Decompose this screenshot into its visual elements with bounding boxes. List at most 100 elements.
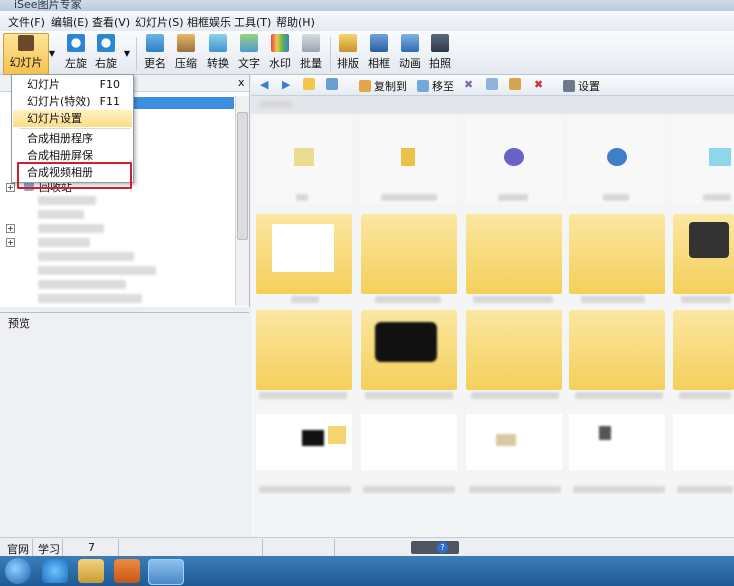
compress-button[interactable]: 压缩: [171, 33, 201, 73]
expand-icon[interactable]: +: [6, 238, 15, 247]
back-arrow-icon[interactable]: ◀: [260, 78, 268, 91]
thumb-caption: [381, 194, 437, 201]
tree-item[interactable]: [38, 266, 156, 275]
selected-tree-item[interactable]: [130, 97, 234, 109]
up-folder-icon[interactable]: [303, 78, 318, 91]
folder-thumbnail[interactable]: [569, 310, 665, 390]
image-thumbnail[interactable]: [361, 414, 457, 470]
expand-icon[interactable]: +: [6, 224, 15, 233]
thumbnail-item[interactable]: [256, 118, 352, 204]
title-bar: iSee图片专家: [0, 0, 734, 11]
menu-frame-fun[interactable]: 相框娱乐: [187, 14, 231, 30]
folder-thumbnail[interactable]: [673, 310, 734, 390]
tree-item[interactable]: [38, 238, 90, 247]
settings-button[interactable]: 设置: [563, 78, 600, 94]
start-button[interactable]: [5, 558, 31, 584]
media-player-icon[interactable]: [114, 559, 140, 583]
rotate-left-button[interactable]: 左旋: [61, 33, 91, 73]
image-preview: [328, 426, 346, 444]
tree-item[interactable]: [38, 210, 84, 219]
compress-label: 压缩: [175, 57, 197, 70]
wrench-icon: [563, 80, 575, 92]
folder-thumbnail[interactable]: [361, 214, 457, 294]
menu-help[interactable]: 帮助(H): [276, 14, 315, 30]
folder-caption: [375, 296, 441, 303]
tree-item[interactable]: [38, 196, 96, 205]
rotate-right-button[interactable]: 右旋: [91, 33, 121, 73]
batch-icon: [302, 34, 320, 52]
thumbnail-gallery[interactable]: [251, 96, 734, 537]
menu-file[interactable]: 文件(F): [8, 14, 45, 30]
rename-button[interactable]: 更名: [140, 33, 170, 73]
folder-thumbnail[interactable]: [569, 214, 665, 294]
tree-scrollbar-thumb[interactable]: [237, 112, 248, 240]
folder-thumbnail[interactable]: [256, 214, 352, 294]
delete-icon[interactable]: ✖: [534, 78, 543, 91]
menu-edit[interactable]: 编辑(E): [51, 14, 89, 30]
batch-button[interactable]: 批量: [296, 33, 326, 73]
copy-to-label: 复制到: [374, 80, 407, 93]
folder-caption: [575, 392, 663, 399]
menu-bar: 文件(F) 编辑(E) 查看(V) 幻灯片(S) 相框娱乐 工具(T) 帮助(H…: [0, 11, 734, 31]
folder-thumbnail[interactable]: [466, 310, 562, 390]
image-thumbnail[interactable]: [256, 414, 352, 470]
folder-thumbnail[interactable]: [673, 214, 734, 294]
rotate-dropdown-arrow[interactable]: ▼: [121, 49, 133, 59]
thumbnail-item[interactable]: [569, 118, 665, 204]
expand-icon[interactable]: +: [6, 183, 15, 192]
menu-item-slideshow[interactable]: 幻灯片 F10: [13, 76, 132, 93]
copy-to-button[interactable]: 复制到: [359, 78, 407, 94]
thumbnail-item[interactable]: [673, 118, 734, 204]
watermark-button[interactable]: 水印: [265, 33, 295, 73]
convert-button[interactable]: 转换: [203, 33, 233, 73]
zoom-control[interactable]: ?: [411, 541, 459, 554]
slideshow-dropdown-arrow[interactable]: ▼: [46, 49, 58, 59]
windows-taskbar: [0, 556, 734, 586]
refresh-icon[interactable]: [326, 78, 341, 91]
folder-thumbnail[interactable]: [256, 310, 352, 390]
text-button[interactable]: 文字: [234, 33, 264, 73]
toolbar-separator: [330, 37, 331, 71]
menu-item-shortcut: F10: [99, 78, 120, 91]
file-explorer-icon[interactable]: [78, 559, 104, 583]
highlight-box: [17, 162, 132, 189]
image-thumbnail[interactable]: [466, 414, 562, 470]
menu-slideshow[interactable]: 幻灯片(S): [135, 14, 184, 30]
help-icon[interactable]: ?: [437, 542, 448, 553]
image-preview: [496, 434, 516, 446]
close-tree-button[interactable]: x: [238, 76, 245, 89]
preview-label: 预览: [8, 317, 30, 330]
copy-icon[interactable]: [486, 78, 501, 91]
cut-icon[interactable]: ✖: [464, 78, 473, 91]
main-toolbar: 幻灯片 ▼ 左旋 右旋 ▼ 更名 压缩 转换 文字 水印 批量 排版 相框 动画…: [0, 31, 734, 75]
tree-item[interactable]: [38, 280, 126, 289]
layout-icon: [339, 34, 357, 52]
move-to-button[interactable]: 移至: [417, 78, 454, 94]
internet-explorer-icon[interactable]: [42, 559, 68, 583]
layout-button[interactable]: 排版: [333, 33, 363, 73]
paste-icon[interactable]: [509, 78, 524, 91]
thumbnail-item[interactable]: [361, 118, 457, 204]
photo-button[interactable]: 拍照: [425, 33, 455, 73]
image-thumbnail[interactable]: [569, 414, 665, 470]
folder-thumbnail[interactable]: [361, 310, 457, 390]
forward-arrow-icon[interactable]: ▶: [282, 78, 290, 91]
folder-thumbnail[interactable]: [466, 214, 562, 294]
learn-link[interactable]: 学习: [38, 541, 60, 557]
tree-item[interactable]: [38, 294, 142, 303]
menu-item-slideshow-settings[interactable]: 幻灯片设置: [13, 110, 132, 127]
convert-icon: [209, 34, 227, 52]
menu-tools[interactable]: 工具(T): [234, 14, 271, 30]
tree-item[interactable]: [38, 224, 104, 233]
slideshow-button[interactable]: 幻灯片: [3, 33, 49, 75]
menu-view[interactable]: 查看(V): [92, 14, 130, 30]
frame-button[interactable]: 相框: [364, 33, 394, 73]
menu-item-slideshow-effects[interactable]: 幻灯片(特效) F11: [13, 93, 132, 110]
menu-item-album-program[interactable]: 合成相册程序: [13, 130, 132, 147]
image-thumbnail[interactable]: [673, 414, 734, 470]
animation-button[interactable]: 动画: [395, 33, 425, 73]
tree-item[interactable]: [38, 252, 134, 261]
thumbnail-item[interactable]: [466, 118, 562, 204]
official-site-link[interactable]: 官网: [7, 541, 29, 557]
isee-taskbar-icon[interactable]: [148, 559, 184, 585]
